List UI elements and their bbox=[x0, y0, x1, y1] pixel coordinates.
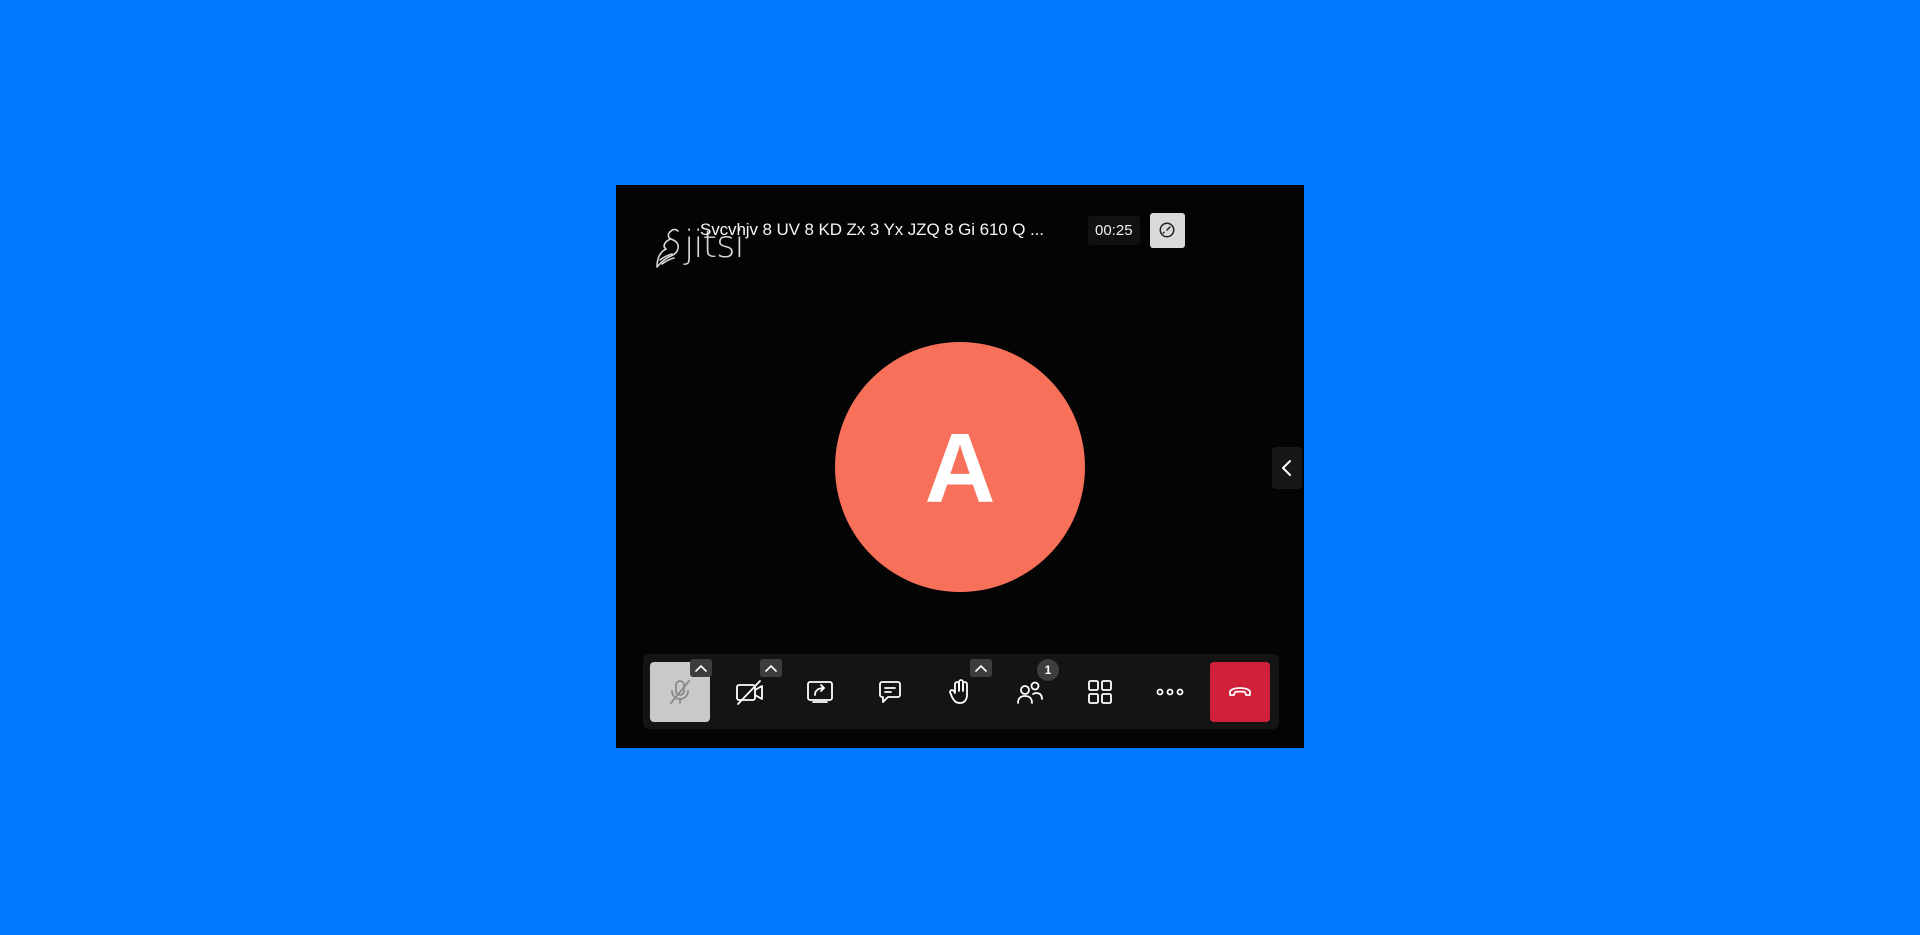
connection-indicator[interactable] bbox=[1149, 212, 1185, 248]
grid-icon bbox=[1088, 680, 1112, 704]
audio-options-button[interactable] bbox=[690, 659, 712, 677]
participants-button[interactable]: 1 bbox=[1000, 659, 1060, 722]
participants-icon bbox=[1017, 681, 1043, 704]
tile-view-button[interactable] bbox=[1070, 662, 1130, 722]
hand-icon bbox=[949, 679, 968, 704]
chat-button[interactable] bbox=[860, 662, 920, 722]
video-options-button[interactable] bbox=[760, 659, 782, 677]
toolbar: 1 bbox=[643, 654, 1279, 729]
chevron-left-icon bbox=[1282, 460, 1291, 476]
chat-icon bbox=[879, 681, 901, 703]
participants-count-badge: 1 bbox=[1037, 659, 1059, 681]
chevron-up-icon bbox=[765, 664, 777, 672]
title-bar: Svcvhjv 8 UV 8 KD Zx 3 Yx JZQ 8 Gi 610 Q… bbox=[700, 212, 1185, 248]
leave-meeting-button[interactable] bbox=[1210, 662, 1270, 722]
avatar-initial: A bbox=[924, 413, 996, 523]
raise-hand-button[interactable] bbox=[930, 659, 992, 722]
gauge-icon bbox=[1159, 222, 1175, 238]
camera-button[interactable] bbox=[720, 659, 782, 722]
screen-share-icon bbox=[807, 681, 833, 703]
camera-off-icon bbox=[736, 680, 763, 705]
microphone-button[interactable] bbox=[650, 659, 712, 722]
more-icon bbox=[1156, 688, 1184, 696]
meeting-window: jitsi Svcvhjv 8 UV 8 KD Zx 3 Yx JZQ 8 Gi… bbox=[616, 185, 1304, 748]
chevron-up-icon bbox=[975, 664, 987, 672]
jitsi-bird-icon bbox=[656, 228, 679, 268]
chevron-up-icon bbox=[695, 664, 707, 672]
meeting-timer: 00:25 bbox=[1088, 215, 1140, 245]
mic-off-icon bbox=[670, 680, 690, 704]
participant-avatar: A bbox=[835, 342, 1085, 592]
screen-share-button[interactable] bbox=[790, 662, 850, 722]
meeting-title: Svcvhjv 8 UV 8 KD Zx 3 Yx JZQ 8 Gi 610 Q… bbox=[700, 220, 1044, 239]
hangup-icon bbox=[1229, 687, 1251, 696]
reactions-options-button[interactable] bbox=[970, 659, 992, 677]
filmstrip-toggle-button[interactable] bbox=[1272, 447, 1302, 489]
more-actions-button[interactable] bbox=[1140, 662, 1200, 722]
